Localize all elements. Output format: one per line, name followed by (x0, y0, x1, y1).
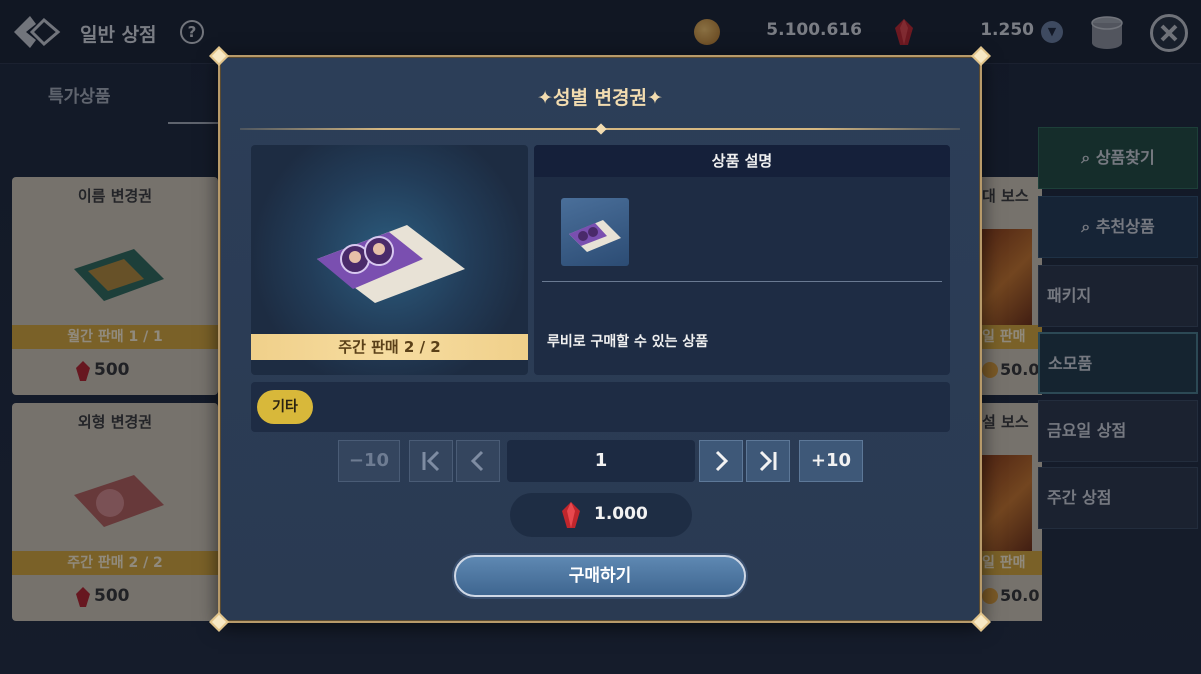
ruby-icon (562, 502, 580, 528)
max-quantity-button[interactable] (746, 440, 790, 482)
description-header: 상품 설명 (534, 145, 950, 177)
purchase-modal: ✦성별 변경권✦ 주간 판매 2 / 2 상품 설명 루비로 구매할 수 있는 … (209, 46, 991, 632)
decrease-button[interactable] (456, 440, 500, 482)
total-price: 1.000 (510, 493, 692, 537)
item-thumbnail (561, 198, 629, 266)
chevron-left-icon (470, 450, 484, 472)
min-quantity-button[interactable] (409, 440, 453, 482)
description-text: 루비로 구매할 수 있는 상품 (547, 334, 709, 350)
sparkle-icon: ✦ (537, 87, 553, 109)
item-preview: 주간 판매 2 / 2 (251, 145, 528, 375)
category-tag: 기타 (257, 390, 313, 424)
skip-last-icon (759, 450, 777, 472)
gender-change-ticket-icon (569, 220, 621, 252)
increase-button[interactable] (699, 440, 743, 482)
item-sale-limit: 주간 판매 2 / 2 (251, 334, 528, 360)
skip-first-icon (422, 450, 440, 472)
description-panel: 상품 설명 루비로 구매할 수 있는 상품 (534, 145, 950, 375)
divider-ornament (595, 123, 607, 135)
tag-row: 기타 (251, 382, 950, 432)
modal-title: ✦성별 변경권✦ (537, 87, 663, 109)
quantity-display[interactable]: 1 (507, 440, 695, 482)
minus-10-button[interactable]: −10 (338, 440, 400, 482)
plus-10-button[interactable]: +10 (799, 440, 863, 482)
gender-change-ticket-icon (317, 225, 465, 303)
price-value: 1.000 (594, 504, 648, 524)
buy-button[interactable]: 구매하기 (454, 555, 746, 597)
sparkle-icon: ✦ (647, 87, 663, 109)
divider (542, 281, 942, 282)
chevron-right-icon (715, 450, 729, 472)
